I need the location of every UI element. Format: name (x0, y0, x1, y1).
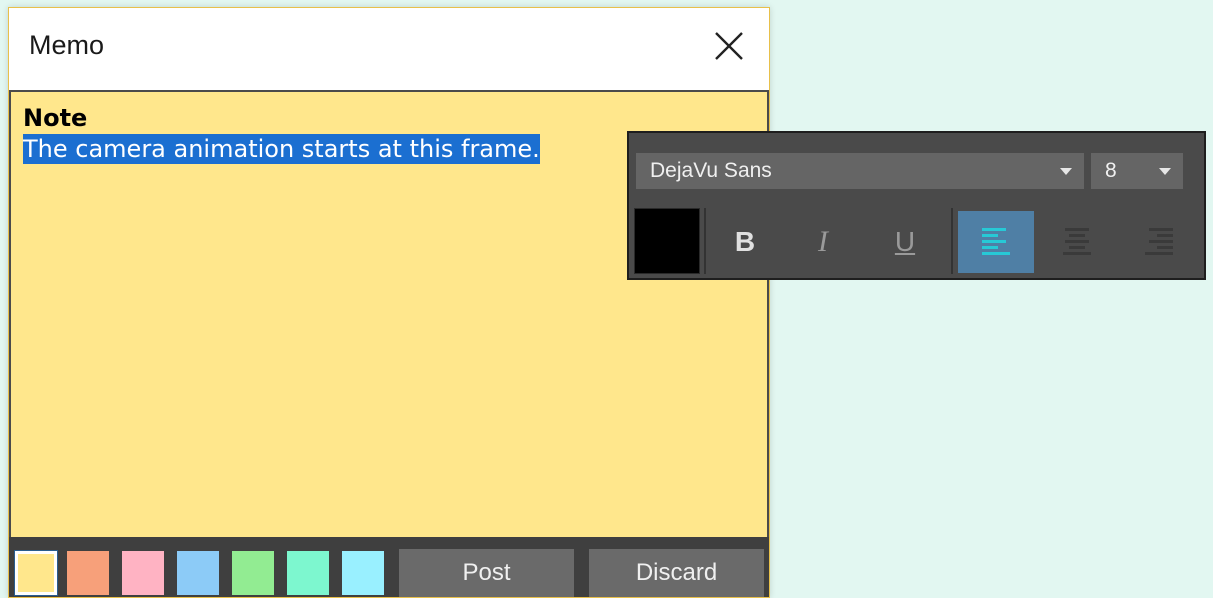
align-right-icon (1145, 228, 1173, 255)
selected-text[interactable]: The camera animation starts at this fram… (23, 134, 540, 164)
format-toolbar: DejaVu Sans 8 B I U (627, 131, 1206, 280)
discard-button[interactable]: Discard (589, 549, 764, 597)
font-size-value: 8 (1105, 159, 1117, 182)
post-button[interactable]: Post (399, 549, 574, 597)
align-center-icon (1063, 228, 1091, 255)
chevron-down-icon (1060, 168, 1072, 175)
close-icon[interactable] (709, 26, 749, 66)
color-swatch-cyan[interactable] (342, 551, 384, 595)
color-swatch-green[interactable] (232, 551, 274, 595)
font-family-dropdown[interactable]: DejaVu Sans (636, 153, 1084, 189)
toolbar-divider (951, 208, 953, 274)
toolbar-divider (704, 208, 706, 274)
chevron-down-icon (1159, 168, 1171, 175)
bold-icon: B (734, 226, 756, 257)
note-heading: Note (23, 104, 88, 132)
italic-button[interactable]: I (785, 211, 861, 273)
text-color-picker[interactable] (634, 208, 700, 274)
color-swatch-orange[interactable] (67, 551, 109, 595)
title-bar: Memo (9, 8, 769, 90)
bold-button[interactable]: B (707, 211, 783, 273)
align-left-icon (982, 228, 1010, 255)
align-center-button[interactable] (1039, 211, 1115, 273)
window-title: Memo (29, 30, 105, 60)
color-swatch-yellow[interactable] (14, 550, 58, 596)
color-swatch-blue[interactable] (177, 551, 219, 595)
align-right-button[interactable] (1121, 211, 1197, 273)
color-swatch-mint[interactable] (287, 551, 329, 595)
underline-icon: U (894, 226, 916, 257)
underline-button[interactable]: U (867, 211, 943, 273)
font-family-value: DejaVu Sans (650, 159, 772, 182)
memo-footer: Post Discard (9, 537, 769, 597)
font-size-dropdown[interactable]: 8 (1091, 153, 1183, 189)
memo-window: Memo Note The camera animation starts at… (8, 7, 770, 598)
italic-icon: I (818, 225, 828, 258)
align-left-button[interactable] (958, 211, 1034, 273)
color-swatch-pink[interactable] (122, 551, 164, 595)
